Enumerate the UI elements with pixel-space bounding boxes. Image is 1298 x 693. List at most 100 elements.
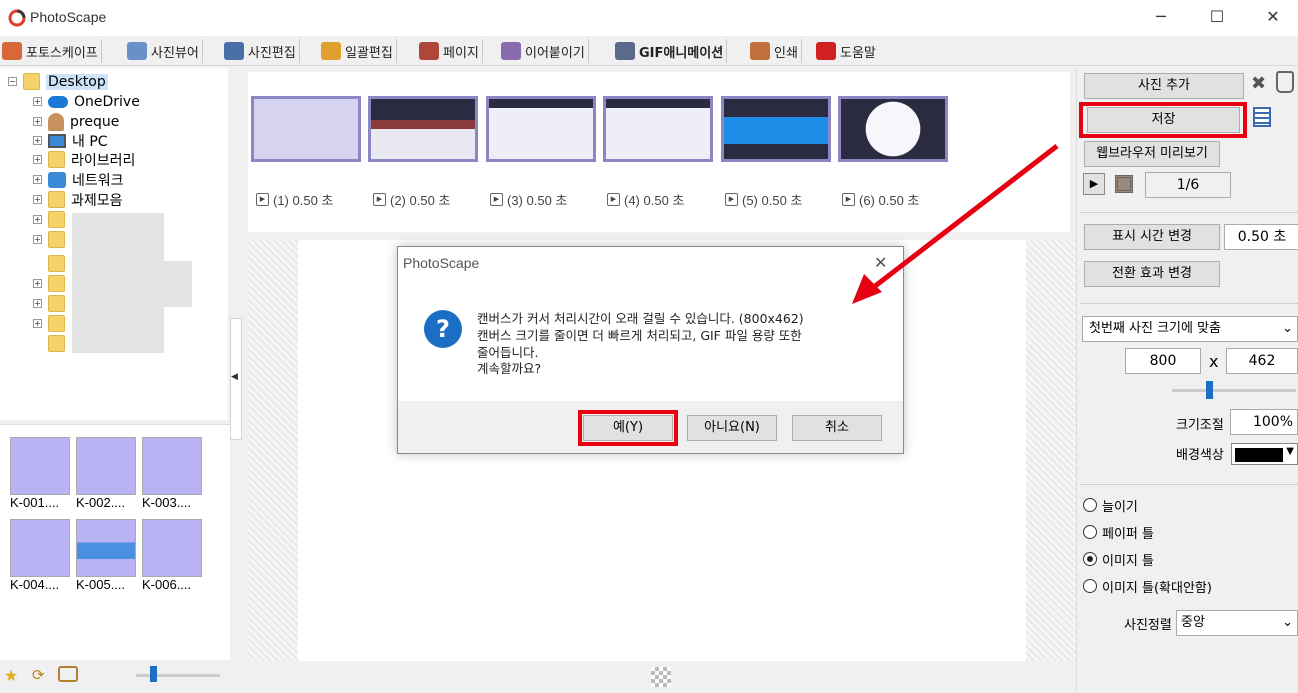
tree-item-preque[interactable]: + preque: [33, 112, 119, 131]
add-photo-button[interactable]: 사진 추가: [1084, 73, 1244, 99]
refresh-icon[interactable]: ⟳: [32, 666, 45, 684]
expand-icon[interactable]: +: [33, 155, 42, 164]
play-icon: ▶: [373, 193, 386, 206]
change-effect-button[interactable]: 전환 효과 변경: [1084, 261, 1220, 287]
window-title: PhotoScape: [30, 9, 107, 25]
file-item[interactable]: K-002....: [76, 437, 136, 510]
tree-item-assignments[interactable]: + 과제모음: [33, 190, 123, 209]
expand-icon[interactable]: +: [33, 299, 42, 308]
cancel-button[interactable]: 취소: [792, 415, 882, 441]
frame-duration[interactable]: ▶ (3) 0.50 초: [490, 190, 567, 209]
list-icon[interactable]: [1253, 107, 1271, 127]
tab-batch[interactable]: 일괄편집: [321, 39, 397, 63]
collapse-panel-icon[interactable]: ◀: [231, 372, 238, 382]
time-field[interactable]: 0.50 초: [1224, 224, 1298, 250]
tree-item-blurred[interactable]: +: [33, 230, 71, 249]
play-icon: ▶: [725, 193, 738, 206]
expand-icon[interactable]: +: [33, 175, 42, 184]
slider-thumb[interactable]: [150, 666, 157, 682]
frame-thumbnail[interactable]: [368, 96, 478, 162]
frame-duration[interactable]: ▶ (4) 0.50 초: [607, 190, 684, 209]
height-field[interactable]: 462: [1226, 348, 1298, 374]
frame-thumbnail[interactable]: [251, 96, 361, 162]
folder-icon: [48, 275, 65, 292]
stop-button[interactable]: [1115, 175, 1133, 193]
frame-thumbnail[interactable]: [721, 96, 831, 162]
radio-image-frame-no-zoom[interactable]: 이미지 틀(확대안함): [1083, 576, 1212, 596]
close-button[interactable]: ✕: [1244, 0, 1298, 34]
radio-label: 페이퍼 틀: [1102, 526, 1154, 542]
combine-tab-icon: [501, 42, 521, 60]
tree-item-blurred[interactable]: +: [33, 210, 71, 229]
tree-item-blurred[interactable]: +: [33, 294, 71, 313]
tree-item-network[interactable]: + 네트워크: [33, 170, 124, 189]
thumbnail-size-slider[interactable]: [136, 674, 220, 677]
scale-slider-thumb[interactable]: [1206, 381, 1213, 399]
tab-photoscape[interactable]: 포토스케이프: [2, 39, 102, 63]
scale-slider[interactable]: [1172, 389, 1296, 392]
folder-search-icon[interactable]: [58, 666, 78, 682]
tree-item-blurred[interactable]: [33, 254, 71, 273]
minimize-button[interactable]: ─: [1132, 0, 1190, 34]
tree-label: 내 PC: [72, 133, 108, 150]
color-swatch: [1235, 448, 1283, 462]
radio-image-frame[interactable]: 이미지 틀: [1083, 549, 1154, 569]
tab-viewer[interactable]: 사진뷰어: [127, 39, 203, 63]
tree-item-blurred[interactable]: [33, 334, 71, 353]
file-item[interactable]: K-005....: [76, 519, 136, 592]
play-button[interactable]: ▶: [1083, 173, 1105, 195]
no-button[interactable]: 아니요(N): [687, 415, 777, 441]
computer-icon: [48, 133, 66, 148]
tree-item-blurred[interactable]: +: [33, 314, 71, 333]
frame-duration-label: (2) 0.50 초: [390, 193, 451, 208]
tree-item-this-pc[interactable]: + 내 PC: [33, 131, 108, 150]
resize-grip-icon[interactable]: [651, 667, 671, 687]
yes-button[interactable]: 예(Y): [583, 415, 673, 441]
browser-preview-button[interactable]: 웹브라우저 미리보기: [1084, 141, 1220, 167]
expand-icon[interactable]: +: [33, 97, 42, 106]
frame-duration[interactable]: ▶ (2) 0.50 초: [373, 190, 450, 209]
star-icon[interactable]: ★: [4, 666, 18, 685]
width-field[interactable]: 800: [1125, 348, 1201, 374]
tree-item-library[interactable]: + 라이브러리: [33, 150, 135, 169]
expand-icon[interactable]: +: [33, 279, 42, 288]
cloud-icon: [48, 95, 68, 108]
tree-item-desktop[interactable]: − Desktop: [8, 72, 108, 91]
save-button[interactable]: 저장: [1087, 107, 1240, 133]
trash-icon[interactable]: [1276, 71, 1294, 93]
tab-print[interactable]: 인쇄: [750, 39, 802, 63]
radio-stretch[interactable]: 늘이기: [1083, 495, 1138, 515]
frame-thumbnail[interactable]: [603, 96, 713, 162]
collapse-icon[interactable]: −: [8, 77, 17, 86]
size-mode-select[interactable]: 첫번째 사진 크기에 맞춤 ⌄: [1082, 316, 1298, 342]
tab-help[interactable]: 도움말: [816, 39, 879, 63]
remove-icon[interactable]: ✖: [1251, 73, 1266, 94]
change-time-button[interactable]: 표시 시간 변경: [1084, 224, 1220, 250]
background-color-picker[interactable]: ▼: [1231, 443, 1298, 465]
align-select[interactable]: 중앙 ⌄: [1176, 610, 1298, 636]
frame-duration[interactable]: ▶ (5) 0.50 초: [725, 190, 802, 209]
size-mode-value: 첫번째 사진 크기에 맞춤: [1089, 321, 1221, 336]
expand-icon[interactable]: +: [33, 319, 42, 328]
expand-icon[interactable]: +: [33, 136, 42, 145]
frame-thumbnail[interactable]: [486, 96, 596, 162]
tab-combine[interactable]: 이어붙이기: [501, 39, 589, 63]
maximize-button[interactable]: ☐: [1188, 0, 1246, 34]
expand-icon[interactable]: +: [33, 117, 42, 126]
tab-editor[interactable]: 사진편집: [224, 39, 300, 63]
tab-gif-animation[interactable]: GIF애니메이션: [615, 39, 728, 63]
expand-icon[interactable]: +: [33, 195, 42, 204]
expand-icon[interactable]: +: [33, 215, 42, 224]
file-thumbnail: [76, 437, 136, 495]
tree-item-onedrive[interactable]: + OneDrive: [33, 92, 140, 111]
radio-paper-frame[interactable]: 페이퍼 틀: [1083, 522, 1154, 542]
scale-field[interactable]: 100%: [1230, 409, 1298, 435]
file-item[interactable]: K-006....: [142, 519, 202, 592]
expand-icon[interactable]: +: [33, 235, 42, 244]
file-item[interactable]: K-003....: [142, 437, 202, 510]
tree-item-blurred[interactable]: +: [33, 274, 71, 293]
file-item[interactable]: K-001....: [10, 437, 70, 510]
frame-duration[interactable]: ▶ (1) 0.50 초: [256, 190, 333, 209]
file-item[interactable]: K-004....: [10, 519, 70, 592]
tab-page[interactable]: 페이지: [419, 39, 483, 63]
